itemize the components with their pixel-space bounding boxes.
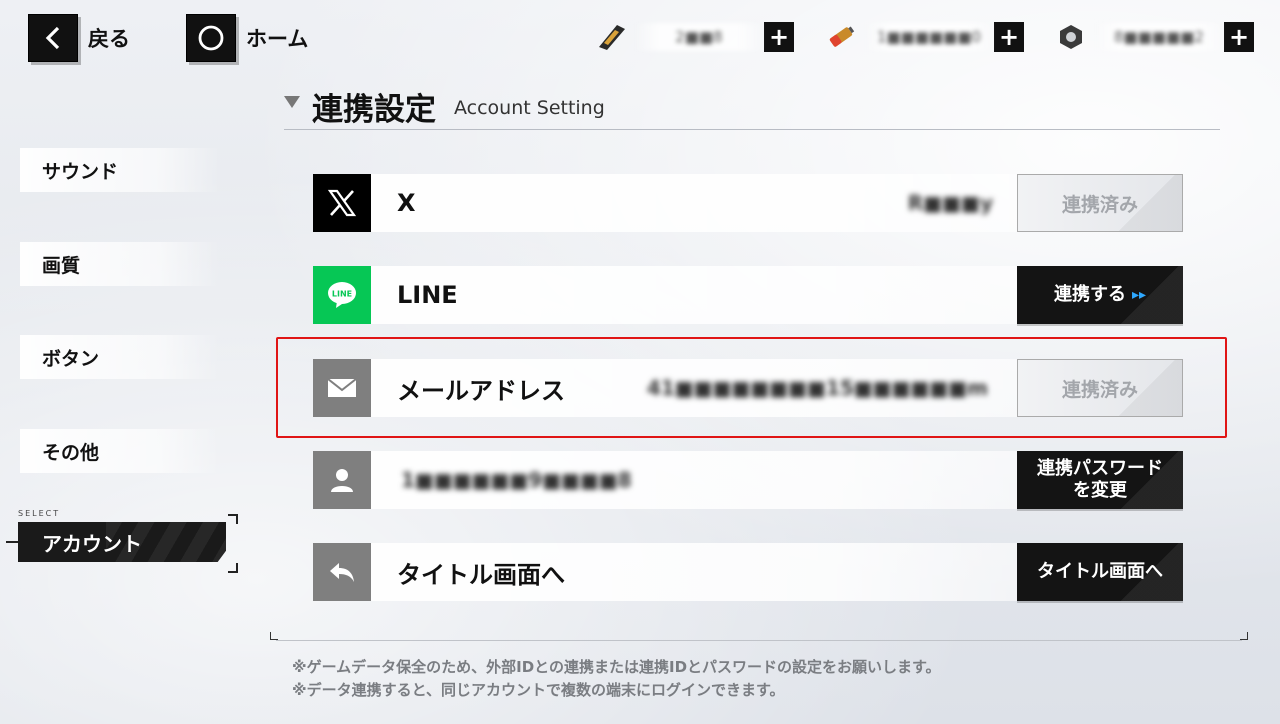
account-row-user-id: 1■■■■■■9■■■■8 連携パスワード を変更 — [313, 451, 1183, 509]
sidebar-item-sound[interactable]: サウンド — [20, 148, 220, 192]
frame-corner-br — [1240, 632, 1248, 640]
title-screen-button[interactable]: タイトル画面へ — [1017, 543, 1183, 601]
chevron-left-icon — [28, 14, 78, 62]
frame-corner-bl — [270, 632, 278, 640]
ticket-value: 2■■8 — [634, 23, 764, 51]
row-value-user-id: 1■■■■■■9■■■■8 — [401, 468, 632, 492]
link-line-button[interactable]: 連携する ▸▸ — [1017, 266, 1183, 324]
account-row-line: LINE LINE 連携する ▸▸ — [313, 266, 1183, 324]
row-label-title-screen: タイトル画面へ — [397, 560, 565, 589]
return-arrow-icon — [313, 543, 371, 601]
account-row-title-screen: タイトル画面へ タイトル画面へ — [313, 543, 1183, 601]
note-line-1: ※ゲームデータ保全のため、外部IDとの連携または連携IDとパスワードの設定をお願… — [292, 658, 941, 676]
add-nut-button[interactable]: + — [1224, 22, 1254, 52]
row-label-x: X — [397, 189, 416, 217]
home-button[interactable]: ホーム — [186, 14, 308, 62]
back-label: 戻る — [88, 27, 130, 51]
change-password-button[interactable]: 連携パスワード を変更 — [1017, 451, 1183, 509]
battery-value: 1■■■■■■0 — [864, 23, 994, 51]
page-subtitle: Account Setting — [454, 97, 605, 119]
resource-ticket: 2■■8 + — [594, 22, 794, 52]
select-bracket-bottom — [228, 563, 238, 573]
ticket-icon — [594, 22, 628, 52]
x-linked-button[interactable]: 連携済み — [1017, 174, 1183, 232]
x-logo-icon — [313, 174, 371, 232]
add-battery-button[interactable]: + — [994, 22, 1024, 52]
svg-text:LINE: LINE — [332, 290, 352, 299]
email-row-highlight — [276, 337, 1227, 438]
select-tag: SELECT — [18, 509, 61, 518]
select-bracket-top — [228, 514, 238, 524]
sidebar-item-graphics[interactable]: 画質 — [20, 242, 220, 286]
user-icon — [313, 451, 371, 509]
footer-divider — [276, 640, 1242, 641]
account-row-x: X R■■■y 連携済み — [313, 174, 1183, 232]
circle-home-icon — [186, 14, 236, 62]
heading-divider — [284, 129, 1220, 130]
select-pointer — [6, 541, 18, 543]
double-arrow-icon: ▸▸ — [1131, 286, 1147, 303]
back-button[interactable]: 戻る — [28, 14, 130, 62]
sidebar-item-other[interactable]: その他 — [20, 429, 220, 473]
row-label-line: LINE — [397, 281, 458, 309]
home-label: ホーム — [246, 27, 309, 51]
battery-icon — [824, 22, 858, 52]
add-ticket-button[interactable]: + — [764, 22, 794, 52]
nut-value: 8■■■■■2 — [1094, 23, 1224, 51]
line-logo-icon: LINE — [313, 266, 371, 324]
row-value-x: R■■■y — [907, 191, 993, 215]
sidebar-item-buttons[interactable]: ボタン — [20, 335, 220, 379]
hex-nut-icon — [1054, 22, 1088, 52]
collapse-triangle-icon — [284, 96, 300, 108]
resource-battery: 1■■■■■■0 + — [824, 22, 1024, 52]
resource-nut: 8■■■■■2 + — [1054, 22, 1254, 52]
sidebar-item-account[interactable]: アカウント — [18, 522, 226, 562]
page-title: 連携設定 — [312, 92, 436, 128]
note-line-2: ※データ連携すると、同じアカウントで複数の端末にログインできます。 — [292, 681, 785, 699]
